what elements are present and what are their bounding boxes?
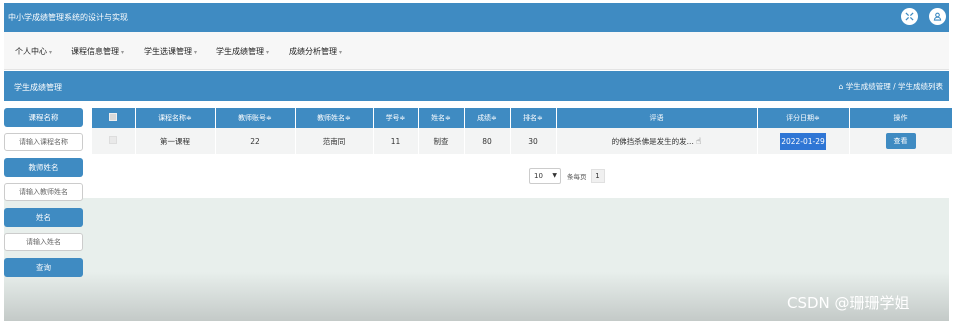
breadcrumb: ⌂ 学生成绩管理 / 学生成绩列表 [839, 81, 943, 92]
menu-score-analysis[interactable]: 成绩分析管理 ▾ [289, 46, 342, 57]
chevron-down-icon: ▼ [552, 172, 557, 179]
student-name-input-box[interactable]: 请输入姓名 [4, 233, 83, 251]
cell-student-no: 11 [373, 128, 419, 154]
home-icon[interactable]: ⌂ [839, 82, 844, 91]
column-header[interactable]: 学号≑ [373, 108, 419, 128]
page-header: 学生成绩管理 ⌂ 学生成绩管理 / 学生成绩列表 [4, 71, 949, 101]
cell-score: 80 [464, 128, 511, 154]
column-header: 评语 [556, 108, 758, 128]
main-menu: 个人中心 ▾ 课程信息管理 ▾ 学生选课管理 ▾ 学生成绩管理 ▾ 成绩分析管理 ▾ [4, 32, 949, 70]
cell-comment: 的佛挡杀佛是发生的发... ☝ [556, 128, 758, 154]
selected-date-text: 2022-01-29 [780, 132, 826, 150]
column-header: 操作 [849, 108, 953, 128]
table-header-row: 课程名称≑ 教师账号≑ 教师姓名≑ 学号≑ 姓名≑ 成绩≑ 排名≑ 评语 评分日… [92, 108, 953, 128]
menu-course-info[interactable]: 课程信息管理 ▾ [71, 46, 124, 57]
cell-name: 制查 [418, 128, 465, 154]
cell-action: 查看 [849, 128, 953, 154]
score-table: 课程名称≑ 教师账号≑ 教师姓名≑ 学号≑ 姓名≑ 成绩≑ 排名≑ 评语 评分日… [92, 108, 953, 154]
top-bar: 中小学成绩管理系统的设计与实现 [4, 3, 949, 32]
table-row: 第一课程 22 范南同 11 制查 80 30 的佛挡杀佛是发生的发... ☝ 2… [92, 128, 953, 154]
cell-teacher-name: 范南同 [295, 128, 374, 154]
watermark: CSDN @珊珊学姐 [787, 294, 910, 312]
app-title: 中小学成绩管理系统的设计与实现 [8, 13, 128, 22]
teacher-name-input[interactable]: 请输入教师姓名 [4, 183, 83, 201]
column-header[interactable]: 评分日期≑ [757, 108, 850, 128]
student-name-input[interactable]: 请输入姓名 [4, 233, 83, 251]
breadcrumb-path: 学生成绩管理 / 学生成绩列表 [845, 82, 943, 91]
menu-student-scores[interactable]: 学生成绩管理 ▾ [216, 46, 269, 57]
teacher-name-input-box[interactable]: 请输入教师姓名 [4, 183, 83, 201]
cell-date: 2022-01-29 [757, 128, 850, 154]
per-page-label: 条每页 [567, 173, 587, 181]
teacher-name-label: 教师姓名 [4, 158, 83, 177]
search-button-box[interactable]: 查询 [4, 258, 83, 277]
course-name-input-box[interactable]: 请输入课程名称 [4, 133, 83, 151]
mouse-pointer-icon: ☝ [695, 136, 702, 147]
pagination: 10 ▼ 条每页 1 [529, 168, 605, 184]
page-title: 学生成绩管理 [14, 83, 62, 92]
filter-course-label-box: 课程名称 [4, 108, 83, 127]
chevron-down-icon: ▾ [121, 49, 125, 56]
filter-name-label-box: 姓名 [4, 208, 83, 227]
course-name-input[interactable]: 请输入课程名称 [4, 133, 83, 151]
cell-rank: 30 [510, 128, 557, 154]
filter-teacher-label-box: 教师姓名 [4, 158, 83, 177]
chevron-down-icon: ▾ [339, 49, 343, 56]
column-header[interactable]: 排名≑ [510, 108, 557, 128]
user-icon[interactable] [929, 8, 946, 25]
column-header[interactable]: 教师账号≑ [215, 108, 296, 128]
chevron-down-icon: ▾ [266, 49, 270, 56]
page-number[interactable]: 1 [590, 169, 605, 183]
menu-personal-center[interactable]: 个人中心 ▾ [15, 46, 52, 57]
column-header[interactable]: 教师姓名≑ [295, 108, 374, 128]
page-size-select[interactable]: 10 ▼ [529, 168, 561, 184]
student-name-label: 姓名 [4, 208, 83, 227]
select-all-checkbox[interactable] [92, 108, 136, 128]
column-header[interactable]: 成绩≑ [464, 108, 511, 128]
cell-teacher-account: 22 [215, 128, 296, 154]
row-checkbox[interactable] [92, 128, 136, 154]
column-header[interactable]: 姓名≑ [418, 108, 465, 128]
column-header[interactable]: 课程名称≑ [135, 108, 216, 128]
fullscreen-icon[interactable] [901, 8, 918, 25]
course-name-label: 课程名称 [4, 108, 83, 127]
view-button[interactable]: 查看 [885, 133, 916, 149]
chevron-down-icon: ▾ [49, 49, 53, 56]
search-button[interactable]: 查询 [4, 258, 83, 277]
cell-course: 第一课程 [135, 128, 216, 154]
chevron-down-icon: ▾ [194, 49, 198, 56]
menu-course-selection[interactable]: 学生选课管理 ▾ [144, 46, 197, 57]
